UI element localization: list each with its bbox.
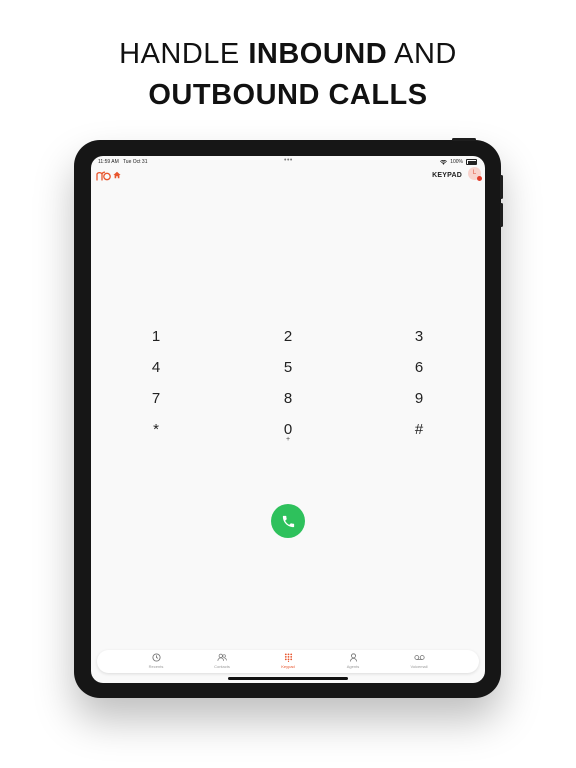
key-9[interactable]: 9 xyxy=(399,389,439,409)
multitask-dots[interactable]: ••• xyxy=(284,157,293,164)
phone-icon xyxy=(282,515,294,527)
page-title: KEYPAD xyxy=(432,172,462,179)
key-6[interactable]: 6 xyxy=(399,358,439,378)
key-5[interactable]: 5 xyxy=(268,358,308,378)
app-bar: KEYPAD L xyxy=(91,167,485,183)
agents-icon xyxy=(349,653,357,662)
tab-keypad[interactable]: Keypad xyxy=(268,653,308,669)
tab-bar: Recents Contacts Keypad Agents Voicemail xyxy=(97,650,479,673)
headline-line-2: OUTBOUND CALLS xyxy=(148,79,428,111)
status-time-date: 11:59 AM Tue Oct 31 xyxy=(98,159,148,165)
wifi-icon xyxy=(440,159,448,165)
headline-line-1: HANDLE INBOUND AND xyxy=(119,38,457,70)
key-hash[interactable]: # xyxy=(399,420,439,440)
key-8[interactable]: 8 xyxy=(268,389,308,409)
key-2[interactable]: 2 xyxy=(268,327,308,347)
tab-agents[interactable]: Agents xyxy=(333,653,373,669)
key-0-plus-label: + xyxy=(285,436,291,443)
key-3[interactable]: 3 xyxy=(399,327,439,347)
tab-recents[interactable]: Recents xyxy=(136,653,176,669)
contacts-icon xyxy=(217,653,227,661)
headline: HANDLE INBOUND AND OUTBOUND CALLS xyxy=(0,34,576,116)
call-button[interactable] xyxy=(271,504,305,538)
tab-voicemail[interactable]: Voicemail xyxy=(399,653,439,669)
status-bar: 11:59 AM Tue Oct 31 ••• 100% xyxy=(91,156,485,166)
volume-up-button xyxy=(500,175,503,199)
key-4[interactable]: 4 xyxy=(136,358,176,378)
top-button xyxy=(452,138,476,141)
battery-status: 100% xyxy=(440,159,477,165)
key-1[interactable]: 1 xyxy=(136,327,176,347)
clock-icon xyxy=(151,653,161,662)
home-indicator[interactable] xyxy=(228,677,348,680)
battery-icon xyxy=(466,159,477,165)
key-0[interactable]: 0 + xyxy=(268,420,308,443)
voicemail-icon xyxy=(413,655,425,660)
key-7[interactable]: 7 xyxy=(136,389,176,409)
key-star[interactable]: * xyxy=(136,420,176,440)
home-icon[interactable] xyxy=(113,171,121,179)
status-dot xyxy=(477,176,482,181)
tab-contacts[interactable]: Contacts xyxy=(202,653,242,669)
avatar[interactable]: L xyxy=(468,167,482,181)
keypad-icon xyxy=(284,653,292,662)
volume-down-button xyxy=(500,203,503,227)
app-logo-icon[interactable] xyxy=(96,170,111,181)
